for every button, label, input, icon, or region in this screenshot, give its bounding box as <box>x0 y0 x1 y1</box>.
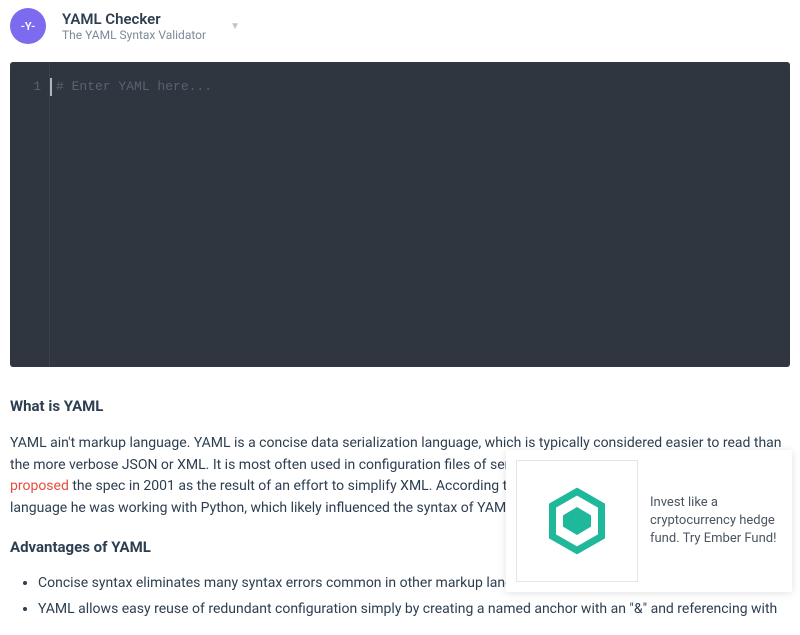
app-subtitle: The YAML Syntax Validator <box>62 28 206 42</box>
ad-text: Invest like a cryptocurrency hedge fund.… <box>650 494 782 549</box>
editor-gutter: 1 <box>10 62 50 367</box>
yaml-editor[interactable]: 1 # Enter YAML here... <box>10 62 790 367</box>
ad-card[interactable]: Invest like a cryptocurrency hedge fund.… <box>506 450 792 592</box>
section-heading-what-is-yaml: What is YAML <box>10 397 790 415</box>
proposed-link[interactable]: proposed <box>10 478 69 494</box>
dropdown-caret-icon[interactable]: ▼ <box>230 21 240 32</box>
list-item: YAML allows easy reuse of redundant conf… <box>38 598 790 620</box>
line-number: 1 <box>10 78 41 96</box>
app-header: -Y- YAML Checker The YAML Syntax Validat… <box>0 0 800 52</box>
app-title: YAML Checker <box>62 10 206 28</box>
editor-placeholder: # Enter YAML here... <box>54 78 790 96</box>
ember-fund-icon <box>542 486 612 556</box>
editor-code-area[interactable]: # Enter YAML here... <box>50 62 790 367</box>
app-logo: -Y- <box>10 8 46 44</box>
title-block: YAML Checker The YAML Syntax Validator <box>62 10 206 42</box>
ad-image <box>516 460 638 582</box>
editor-cursor <box>50 78 52 96</box>
